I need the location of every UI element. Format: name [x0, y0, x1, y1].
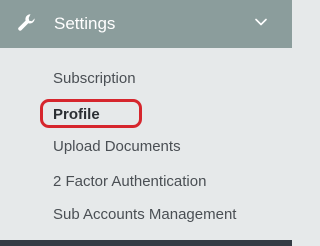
settings-submenu: Subscription Profile Upload Documents 2 … [0, 48, 292, 240]
menu-item-profile[interactable]: Profile [53, 106, 100, 124]
chevron-down-icon[interactable] [255, 18, 267, 26]
bottom-divider [0, 240, 292, 246]
settings-label: Settings [54, 14, 116, 33]
settings-menu-header[interactable]: Settings [0, 0, 292, 48]
wrench-icon [18, 14, 35, 31]
menu-item-subscription[interactable]: Subscription [53, 70, 136, 88]
menu-item-upload-documents[interactable]: Upload Documents [53, 138, 181, 156]
settings-sidebar-panel: Settings Subscription Profile Upload Doc… [0, 0, 292, 246]
menu-item-sub-accounts-management[interactable]: Sub Accounts Management [53, 206, 236, 224]
menu-item-2-factor-authentication[interactable]: 2 Factor Authentication [53, 173, 206, 191]
